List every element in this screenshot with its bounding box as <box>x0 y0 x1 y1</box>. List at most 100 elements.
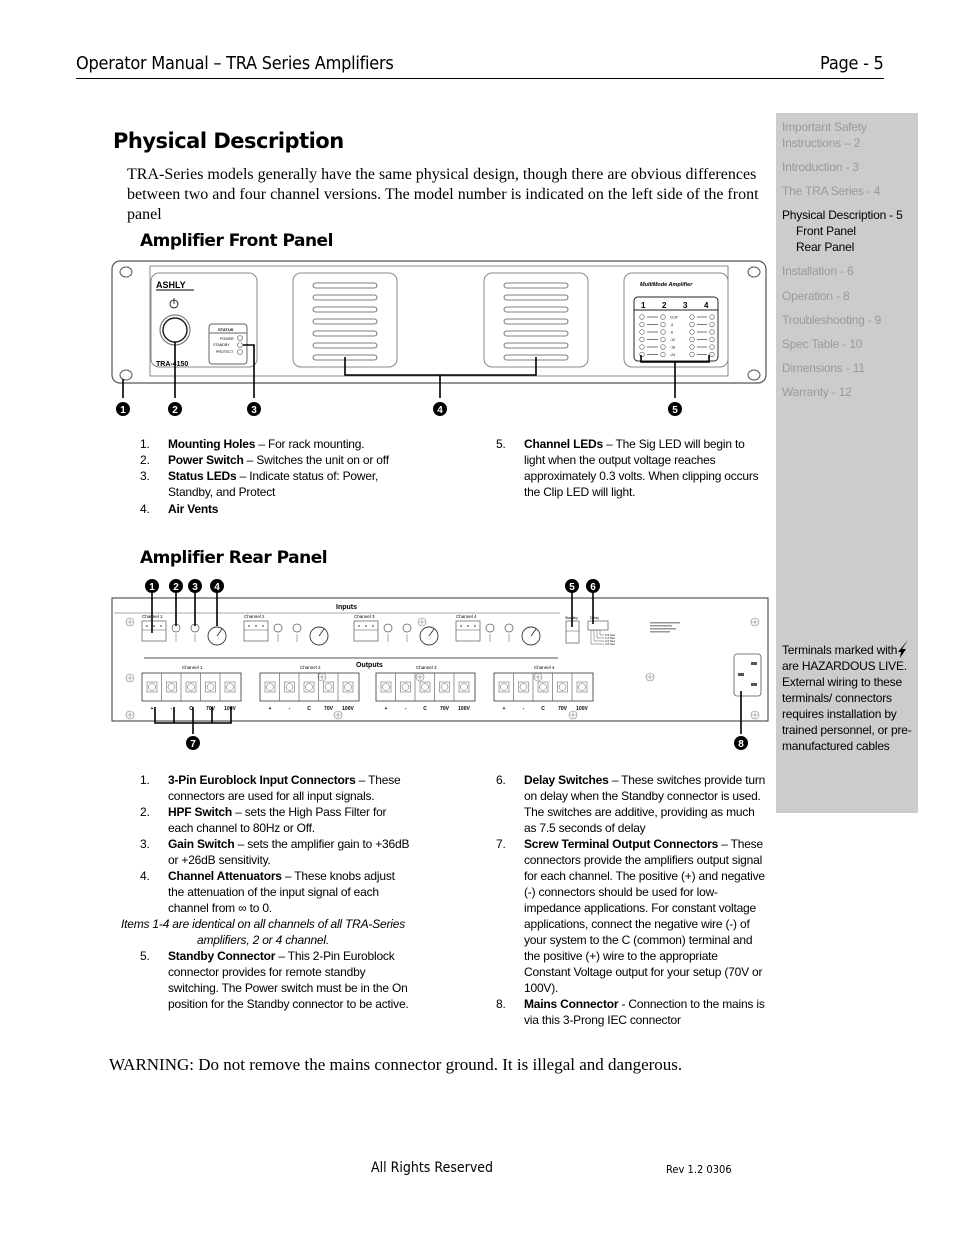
toc-item-label: Physical Description - 5 <box>782 208 903 222</box>
svg-text:4.0 Sec: 4.0 Sec <box>605 642 616 646</box>
callout-1: 1 <box>116 402 130 416</box>
callout-1: 1 <box>145 579 159 593</box>
svg-text:7: 7 <box>190 739 196 750</box>
terminal-label: 70V <box>206 706 216 712</box>
lightning-bolt-icon <box>898 640 909 658</box>
hazard-note-text-2: are HAZARDOUS LIVE. External wiring to t… <box>782 659 912 753</box>
meter-level-label: -3 <box>670 323 673 327</box>
callout-2: 2 <box>168 402 182 416</box>
footer-rights: All Rights Reserved <box>371 1160 494 1176</box>
status-led-protect: PROTECT <box>216 350 234 354</box>
page-number: Page - 5 <box>820 53 884 74</box>
terminal-label: C <box>541 706 545 712</box>
list-item: 1. 3-Pin Euroblock Input Connectors – The… <box>140 773 401 803</box>
toc-item-safety[interactable]: Important Safety Instructions – 2 <box>782 119 902 151</box>
toc-item-physical-description[interactable]: Physical Description - 5 Front Panel Rea… <box>782 207 903 255</box>
channel-2-label: 2 <box>662 301 667 310</box>
footer-revision: Rev 1.2 0306 <box>666 1163 732 1176</box>
front-panel-heading: Amplifier Front Panel <box>140 231 333 251</box>
warning-text: WARNING: Do not remove the mains connect… <box>109 1055 683 1074</box>
toc-item-installation[interactable]: Installation - 6 <box>782 263 854 279</box>
terminal-label: 70V <box>558 706 568 712</box>
svg-text:4: 4 <box>214 582 220 593</box>
toc-item-warranty[interactable]: Warranty - 12 <box>782 384 852 400</box>
inputs-label: Inputs <box>336 604 357 611</box>
status-led-standby: STANDBY <box>213 343 230 347</box>
list-item: 2. Power Switch – Switches the unit on or… <box>140 453 389 467</box>
toc-sub-rear-panel[interactable]: Rear Panel <box>782 239 903 255</box>
svg-text:2: 2 <box>173 582 179 593</box>
meter-level-label: -18 <box>670 345 675 349</box>
terminal-label: 100V <box>458 706 470 712</box>
list-item: 8. Mains Connector - Connection to the ma… <box>496 997 765 1027</box>
callout-markers: 1 2 3 4 5 <box>116 402 682 416</box>
svg-text:1: 1 <box>149 582 155 593</box>
channel-1-label: 1 <box>641 301 646 310</box>
callout-6: 6 <box>586 579 600 593</box>
input-channel-label: Channel 3 <box>354 614 375 619</box>
svg-text:3: 3 <box>192 582 198 593</box>
terminal-label: + <box>151 706 154 712</box>
hazard-note-text: Terminals marked with <box>782 643 898 657</box>
svg-text:6: 6 <box>590 582 596 593</box>
toc-item-spec-table[interactable]: Spec Table - 10 <box>782 336 862 352</box>
terminal-label: 100V <box>576 706 588 712</box>
intro-paragraph: TRA-Series models generally have the sam… <box>127 166 759 223</box>
toc-sub-front-panel[interactable]: Front Panel <box>782 223 903 239</box>
terminal-label: 70V <box>440 706 450 712</box>
meter-level-label: -24 <box>670 353 675 357</box>
callout-4: 4 <box>210 579 224 593</box>
front-panel-list-left: 1. Mounting Holes – For rack mounting. 2.… <box>140 436 470 517</box>
toc-item-tra-series[interactable]: The TRA Series - 4 <box>782 183 880 199</box>
status-title: STATUS <box>218 327 234 332</box>
items-note: Items 1-4 are identical on all channels … <box>120 917 406 947</box>
hazard-note: Terminals marked with are HAZARDOUS LIVE… <box>782 640 916 754</box>
list-item: 2. HPF Switch – sets the High Pass Filter… <box>140 805 387 835</box>
output-channel-label: Channel 3 <box>416 665 437 670</box>
toc-item-operation[interactable]: Operation - 8 <box>782 288 850 304</box>
svg-text:3: 3 <box>251 405 257 416</box>
callout-5: 5 <box>565 579 579 593</box>
page-header: Operator Manual – TRA Series Amplifiers … <box>76 52 884 79</box>
callout-8: 8 <box>734 736 748 750</box>
list-item: 6. Delay Switches – These switches provid… <box>496 773 766 835</box>
callout-2: 2 <box>169 579 183 593</box>
toc-item-dimensions[interactable]: Dimensions - 11 <box>782 360 865 376</box>
callout-3: 3 <box>247 402 261 416</box>
model-label: TRA-4150 <box>156 361 188 368</box>
rear-panel-heading: Amplifier Rear Panel <box>140 548 328 568</box>
list-item: 7. Screw Terminal Output Connectors – The… <box>496 837 765 995</box>
terminal-label: C <box>307 706 311 712</box>
meter-title: MultiMode Amplifier <box>640 282 693 288</box>
svg-text:8: 8 <box>738 739 744 750</box>
front-panel-list-right: 5. Channel LEDs – The Sig LED will begin … <box>496 436 764 500</box>
callout-3: 3 <box>188 579 202 593</box>
outputs-label: Outputs <box>356 662 383 669</box>
terminal-label: + <box>503 706 506 712</box>
svg-text:5: 5 <box>569 582 575 593</box>
toc-item-troubleshooting[interactable]: Troubleshooting - 9 <box>782 312 881 328</box>
input-channel-label: Channel 2 <box>244 614 265 619</box>
svg-text:4: 4 <box>437 405 443 416</box>
channel-3-label: 3 <box>683 301 688 310</box>
status-led-power: POWER <box>220 337 234 341</box>
meter-level-label: CLIP <box>670 315 678 319</box>
output-channel-label: Channel 2 <box>300 665 321 670</box>
toc-item-introduction[interactable]: Introduction - 3 <box>782 159 859 175</box>
delay-label: Delay <box>590 616 599 620</box>
rear-panel-list-right: 6. Delay Switches – These switches provid… <box>496 772 766 1028</box>
list-item: 4. Air Vents <box>140 502 219 516</box>
terminal-label: 70V <box>324 706 334 712</box>
callout-4: 4 <box>433 402 447 416</box>
list-item: 1. Mounting Holes – For rack mounting. <box>140 437 365 451</box>
list-item: 5. Channel LEDs – The Sig LED will begin … <box>496 437 759 499</box>
list-item: 4. Channel Attenuators – These knobs adju… <box>140 869 395 915</box>
callout-5: 5 <box>668 402 682 416</box>
channel-4-label: 4 <box>704 301 709 310</box>
sidebar-toc: Important Safety Instructions – 2 Introd… <box>776 113 918 813</box>
terminal-label: C <box>423 706 427 712</box>
list-item: 3. Gain Switch – sets the amplifier gain … <box>140 837 410 867</box>
svg-text:5: 5 <box>672 405 678 416</box>
input-channel-label: Channel 4 <box>456 614 477 619</box>
terminal-label: + <box>385 706 388 712</box>
